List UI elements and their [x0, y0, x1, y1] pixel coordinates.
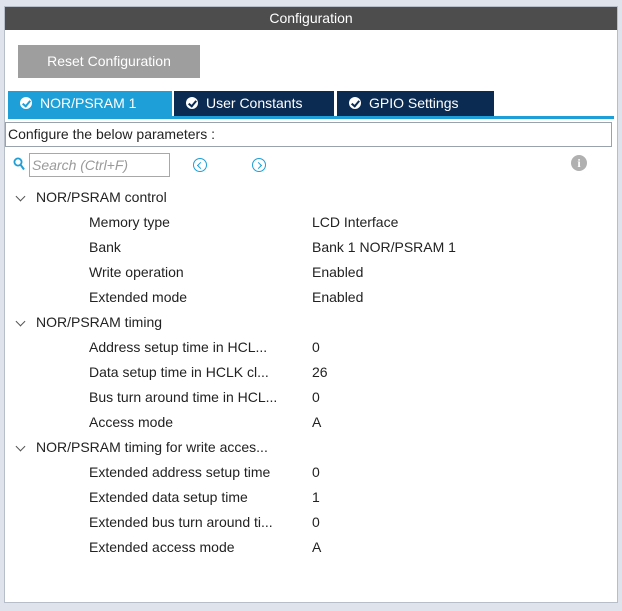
param-name: Bus turn around time in HCL...	[89, 389, 278, 405]
arrow-left-circle-icon[interactable]	[193, 158, 207, 172]
tab-label: User Constants	[206, 95, 303, 111]
param-value[interactable]: 0	[312, 510, 320, 535]
group-label: NOR/PSRAM control	[36, 189, 167, 205]
param-name: Write operation	[89, 264, 184, 280]
search-input[interactable]	[29, 153, 170, 177]
configuration-panel: Configuration Reset Configuration NOR/PS…	[4, 6, 618, 603]
param-name: Data setup time in HCLK cl...	[89, 364, 269, 380]
panel-title: Configuration	[5, 7, 617, 30]
param-name: Extended address setup time	[89, 464, 271, 480]
param-name: Access mode	[89, 414, 174, 430]
param-value[interactable]: Enabled	[312, 260, 363, 285]
param-name: Address setup time in HCL...	[89, 339, 268, 355]
param-value[interactable]: 26	[312, 360, 328, 385]
param-name: Extended access mode	[89, 539, 235, 555]
param-row[interactable]: Extended mode Enabled	[5, 285, 617, 310]
param-row[interactable]: Extended data setup time 1	[5, 485, 617, 510]
param-name: Extended mode	[89, 289, 188, 305]
param-name: Bank	[89, 239, 121, 255]
param-name: Extended bus turn around ti...	[89, 514, 273, 530]
arrow-right-circle-icon[interactable]	[252, 158, 266, 172]
param-row[interactable]: Extended bus turn around ti... 0	[5, 510, 617, 535]
param-row[interactable]: Extended address setup time 0	[5, 460, 617, 485]
tab-nor-psram-1[interactable]: NOR/PSRAM 1	[8, 91, 172, 116]
param-row[interactable]: Extended access mode A	[5, 535, 617, 560]
reset-configuration-button[interactable]: Reset Configuration	[18, 45, 200, 78]
search-toolbar: i	[5, 151, 617, 179]
param-value[interactable]: 0	[312, 385, 320, 410]
param-value[interactable]: 0	[312, 460, 320, 485]
tab-bar: NOR/PSRAM 1 User Constants GPIO Settings	[8, 91, 614, 119]
param-row[interactable]: Memory type LCD Interface	[5, 210, 617, 235]
parameters-header: Configure the below parameters :	[5, 122, 612, 147]
group-label: NOR/PSRAM timing for write acces...	[36, 439, 268, 455]
tab-user-constants[interactable]: User Constants	[174, 91, 334, 116]
param-value[interactable]: A	[312, 410, 321, 435]
param-value[interactable]: Bank 1 NOR/PSRAM 1	[312, 235, 456, 260]
param-value[interactable]: 1	[312, 485, 320, 510]
check-circle-icon	[20, 97, 32, 109]
param-row[interactable]: Data setup time in HCLK cl... 26	[5, 360, 617, 385]
check-circle-icon	[349, 97, 361, 109]
tab-gpio-settings[interactable]: GPIO Settings	[337, 91, 494, 116]
tab-label: GPIO Settings	[369, 95, 459, 111]
param-row[interactable]: Address setup time in HCL... 0	[5, 335, 617, 360]
param-row[interactable]: Write operation Enabled	[5, 260, 617, 285]
group-label: NOR/PSRAM timing	[36, 314, 163, 330]
param-value[interactable]: 0	[312, 335, 320, 360]
check-circle-icon	[186, 97, 198, 109]
param-value[interactable]: LCD Interface	[312, 210, 398, 235]
chevron-down-icon[interactable]	[15, 441, 26, 452]
param-value[interactable]: A	[312, 535, 321, 560]
tab-label: NOR/PSRAM 1	[40, 95, 137, 111]
param-row[interactable]: Bus turn around time in HCL... 0	[5, 385, 617, 410]
chevron-down-icon[interactable]	[15, 316, 26, 327]
param-value[interactable]: Enabled	[312, 285, 363, 310]
param-row[interactable]: Access mode A	[5, 410, 617, 435]
info-icon[interactable]: i	[571, 155, 587, 171]
search-icon[interactable]	[13, 157, 25, 171]
param-row[interactable]: Bank Bank 1 NOR/PSRAM 1	[5, 235, 617, 260]
param-name: Extended data setup time	[89, 489, 248, 505]
chevron-down-icon[interactable]	[15, 191, 26, 202]
param-name: Memory type	[89, 214, 170, 230]
